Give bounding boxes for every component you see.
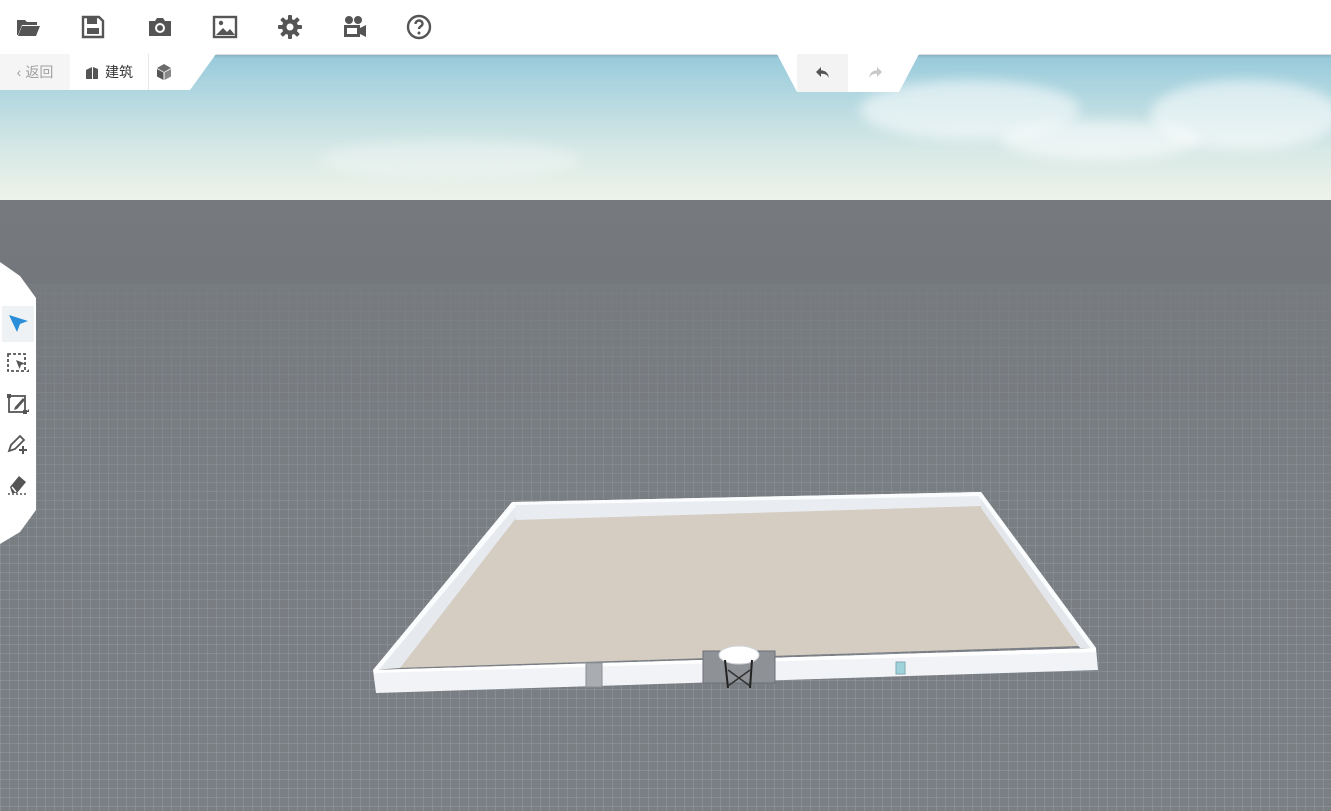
top-toolbar — [0, 0, 1331, 55]
camera-icon — [149, 18, 171, 36]
redo-button[interactable] — [849, 54, 900, 92]
open-folder-button[interactable] — [6, 6, 50, 48]
screenshot-button[interactable] — [138, 6, 182, 48]
undo-button[interactable] — [797, 54, 848, 92]
edit-shape-tool[interactable] — [2, 386, 34, 422]
video-camera-icon — [344, 16, 366, 37]
door-left — [585, 662, 603, 688]
building-icon — [86, 67, 98, 79]
select-arrow-icon — [9, 315, 28, 332]
draw-add-tool[interactable] — [2, 426, 34, 462]
building-mode-button[interactable]: 建筑 — [76, 54, 154, 90]
help-icon — [406, 14, 432, 40]
open-folder-icon — [17, 20, 40, 36]
eraser-icon — [8, 476, 28, 495]
building-label: 建筑 — [105, 64, 133, 80]
mode-bar: ‹ 返回 建筑 — [0, 54, 216, 90]
box-select-tool[interactable] — [2, 346, 34, 382]
save-button[interactable] — [71, 6, 115, 48]
building-model[interactable] — [0, 0, 1331, 811]
back-label: 返回 — [25, 64, 54, 80]
image-icon — [212, 15, 238, 39]
render-image-button[interactable] — [203, 6, 247, 48]
select-tool[interactable] — [2, 306, 34, 342]
model-view-button[interactable] — [148, 54, 179, 90]
window-small — [895, 661, 906, 675]
box-select-icon — [7, 353, 29, 372]
video-button[interactable] — [332, 6, 376, 48]
settings-button[interactable] — [268, 6, 312, 48]
gear-icon — [278, 15, 302, 39]
history-bar — [777, 54, 919, 92]
back-button[interactable]: ‹ 返回 — [0, 54, 70, 90]
pen-add-icon — [7, 434, 27, 454]
left-toolbar — [0, 262, 36, 544]
undo-icon — [815, 67, 829, 78]
help-button[interactable] — [397, 6, 441, 48]
redo-icon — [868, 67, 882, 78]
cube-icon — [157, 64, 171, 80]
edit-shape-icon — [7, 394, 29, 414]
save-icon — [81, 15, 105, 39]
chevron-left-icon: ‹ — [16, 64, 22, 80]
eraser-tool[interactable] — [2, 466, 34, 502]
